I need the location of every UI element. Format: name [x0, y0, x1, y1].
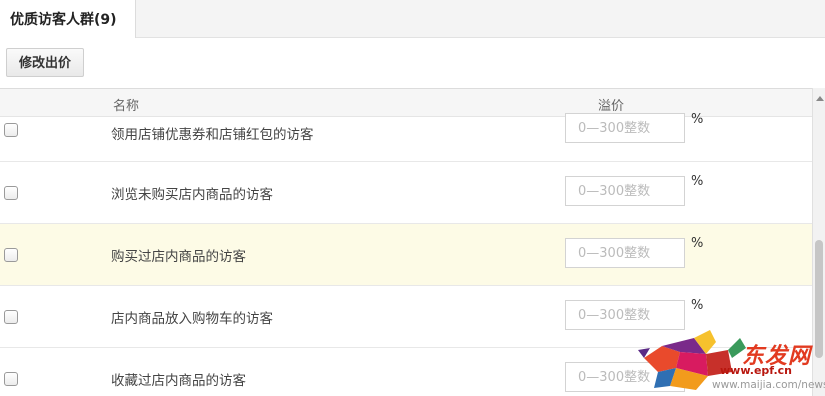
row-checkbox[interactable]	[4, 186, 18, 200]
row-checkbox[interactable]	[4, 123, 18, 137]
row-name: 店内商品放入购物车的访客	[111, 311, 273, 327]
tab-quality-visitors[interactable]: 优质访客人群(9)	[0, 0, 136, 38]
percent-unit: %	[691, 112, 704, 127]
row-name: 购买过店内商品的访客	[111, 249, 246, 265]
row-checkbox[interactable]	[4, 248, 18, 262]
watermark-url-secondary: www.maijia.com/news	[712, 379, 825, 391]
table-row: 购买过店内商品的访客 %	[0, 224, 812, 286]
toolbar: 修改出价	[0, 38, 825, 88]
premium-input[interactable]	[565, 238, 685, 268]
column-header-name: 名称	[113, 99, 140, 114]
scroll-up-icon[interactable]	[816, 96, 824, 101]
column-header-premium: 溢价	[598, 99, 625, 114]
premium-input[interactable]	[565, 113, 685, 143]
row-name: 收藏过店内商品的访客	[111, 373, 246, 389]
percent-unit: %	[691, 236, 704, 251]
row-name: 浏览未购买店内商品的访客	[111, 187, 273, 203]
table-row: 浏览未购买店内商品的访客 %	[0, 162, 812, 224]
percent-unit: %	[691, 174, 704, 189]
row-name: 领用店铺优惠券和店铺红包的访客	[111, 127, 314, 143]
premium-input[interactable]	[565, 176, 685, 206]
row-checkbox[interactable]	[4, 310, 18, 324]
table-row: 领用店铺优惠券和店铺红包的访客 %	[0, 112, 812, 162]
row-checkbox[interactable]	[4, 372, 18, 386]
watermark-url: www.epf.cn	[720, 364, 793, 377]
edit-bid-button[interactable]: 修改出价	[6, 48, 85, 77]
percent-unit: %	[691, 298, 704, 313]
premium-input[interactable]	[565, 300, 685, 330]
tab-bar: 优质访客人群(9)	[0, 0, 825, 38]
